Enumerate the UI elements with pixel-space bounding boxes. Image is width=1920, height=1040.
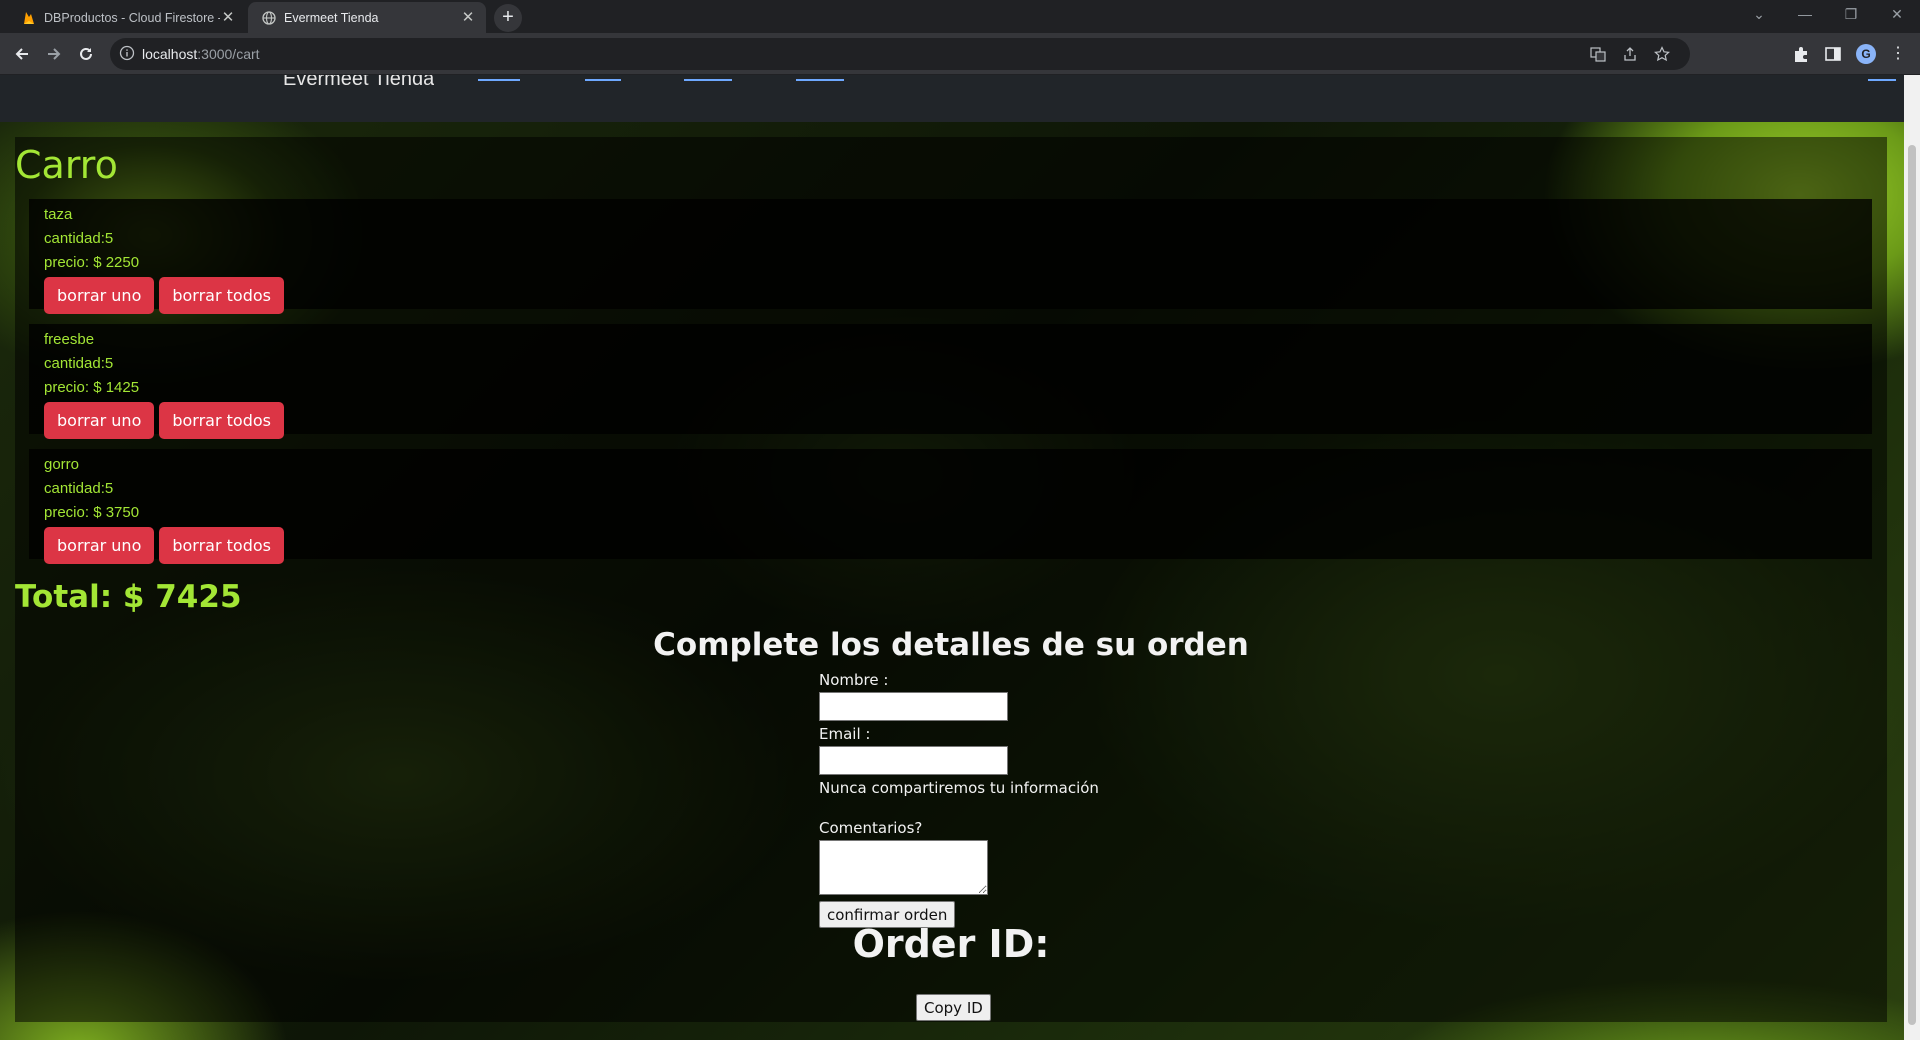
tab-dbproductos[interactable]: DBProductos - Cloud Firestore - ✕ [8,2,246,33]
scrollbar-thumb[interactable] [1908,145,1916,1025]
site-navbar: Evermeet Tienda [0,75,1904,122]
comments-label: Comentarios? [819,819,923,837]
remove-one-button[interactable]: borrar uno [44,277,155,314]
page-title: Carro [15,143,118,187]
reload-icon[interactable] [71,39,101,69]
email-field[interactable] [819,746,1008,775]
tab-search-icon[interactable]: ⌄ [1736,0,1782,30]
side-panel-icon[interactable] [1824,45,1842,63]
order-id-heading: Order ID: [852,922,1050,966]
menu-kebab-icon[interactable]: ⋮ [1890,45,1908,63]
url-text: localhost:3000/cart [142,46,260,62]
bookmark-star-icon[interactable] [1654,46,1670,62]
item-name: freesbe [44,331,95,348]
item-name: gorro [44,456,80,473]
site-brand[interactable]: Evermeet Tienda [283,75,434,87]
order-form-title: Complete los detalles de su orden [653,627,1249,663]
close-window-icon[interactable]: ✕ [1874,0,1920,30]
item-price: precio: $ 3750 [44,504,140,521]
page-scrollbar[interactable] [1904,75,1920,1040]
close-tab-icon[interactable]: ✕ [220,9,236,26]
nav-link-1[interactable] [478,79,520,81]
translate-icon[interactable] [1590,46,1606,62]
cart-total: Total: $ 7425 [15,579,242,615]
cart-container: Carro taza cantidad:5 precio: $ 2250 bor… [15,137,1887,1022]
tab-title: Evermeet Tienda [284,10,379,25]
cart-item: gorro cantidad:5 precio: $ 3750 borrar u… [29,449,1872,564]
item-price: precio: $ 2250 [44,254,140,271]
info-icon[interactable] [119,45,135,61]
item-quantity: cantidad:5 [44,480,114,497]
comments-field[interactable] [819,840,988,895]
item-name: taza [44,206,73,223]
back-icon[interactable] [7,39,37,69]
name-label: Nombre : [819,671,889,689]
name-field[interactable] [819,692,1008,721]
browser-tabbar: DBProductos - Cloud Firestore - ✕ Everme… [0,0,1920,33]
share-icon[interactable] [1622,46,1638,62]
item-quantity: cantidad:5 [44,355,114,372]
restore-icon[interactable]: ❐ [1828,0,1874,30]
remove-one-button[interactable]: borrar uno [44,527,155,564]
firebase-icon [22,11,36,25]
browser-toolbar: localhost:3000/cart G ⋮ [0,33,1920,75]
tab-evermeet[interactable]: Evermeet Tienda ✕ [248,2,486,33]
globe-icon [262,10,276,25]
nav-link-2[interactable] [585,79,621,81]
cart-item: taza cantidad:5 precio: $ 2250 borrar un… [29,199,1872,314]
close-tab-icon[interactable]: ✕ [460,9,476,26]
remove-all-button[interactable]: borrar todos [159,402,284,439]
profile-avatar[interactable]: G [1856,44,1876,64]
nav-link-user[interactable] [1868,79,1896,81]
address-bar[interactable]: localhost:3000/cart [110,38,1690,70]
extensions-icon[interactable] [1792,45,1810,63]
remove-all-button[interactable]: borrar todos [159,527,284,564]
remove-all-button[interactable]: borrar todos [159,277,284,314]
item-quantity: cantidad:5 [44,230,114,247]
email-label: Email : [819,725,871,743]
minimize-icon[interactable]: — [1782,0,1828,30]
copy-id-button[interactable]: Copy ID [916,994,991,1021]
new-tab-button[interactable]: + [494,4,522,32]
cart-item: freesbe cantidad:5 precio: $ 1425 borrar… [29,324,1872,439]
tab-title: DBProductos - Cloud Firestore - [44,10,220,25]
page-viewport: Evermeet Tienda Carro taza cantidad:5 pr… [0,75,1904,1040]
email-help-text: Nunca compartiremos tu información [819,779,1099,797]
nav-link-4[interactable] [796,79,844,81]
remove-one-button[interactable]: borrar uno [44,402,155,439]
forward-icon[interactable] [39,39,69,69]
item-price: precio: $ 1425 [44,379,140,396]
nav-link-3[interactable] [684,79,732,81]
